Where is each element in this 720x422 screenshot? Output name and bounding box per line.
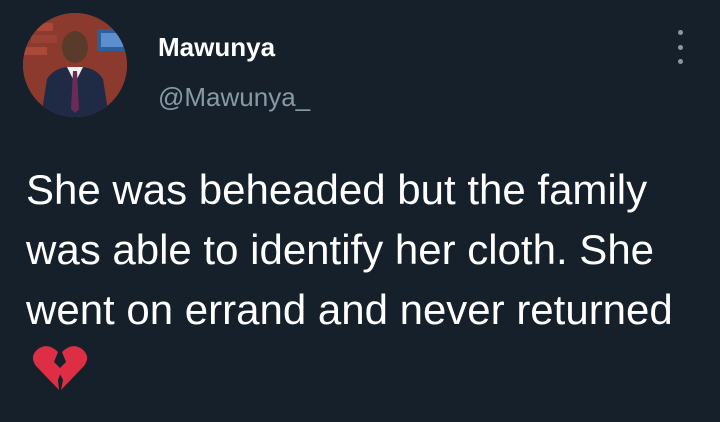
avatar[interactable] [23,13,127,117]
more-options-icon[interactable] [669,30,691,64]
tweet-card: Mawunya @Mawunya_ She was beheaded but t… [0,0,720,422]
tweet-text-container: She was beheaded but the family was able… [26,160,706,400]
avatar-image [23,13,127,117]
author-handle[interactable]: @Mawunya_ [158,82,310,112]
broken-heart-icon [32,344,88,392]
tweet-text: She was beheaded but the family was able… [26,166,673,333]
author-name[interactable]: Mawunya [158,32,275,62]
